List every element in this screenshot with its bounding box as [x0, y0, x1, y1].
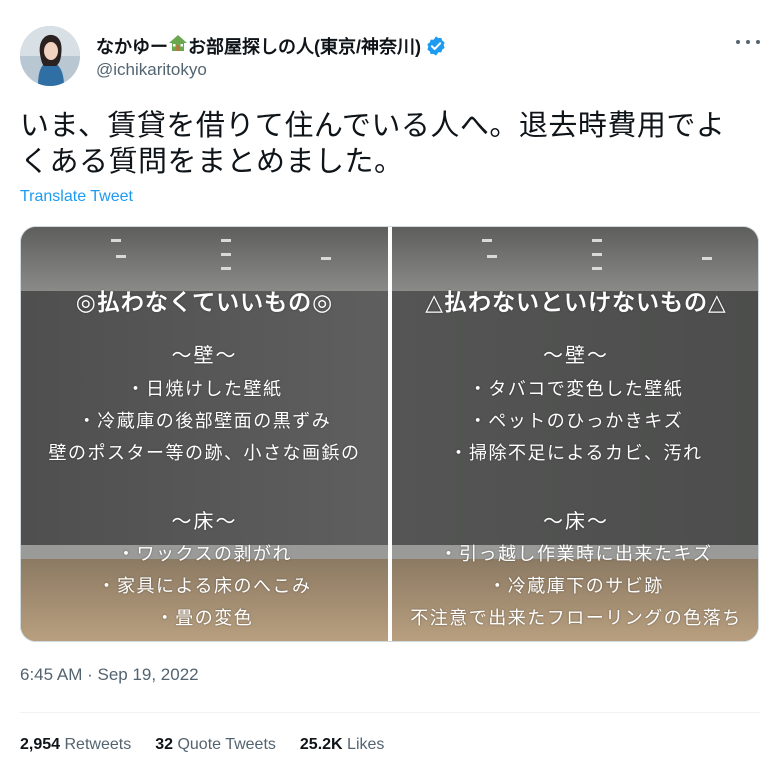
quotes-label: Quote Tweets — [177, 736, 276, 753]
display-name-part-1: なかゆー — [96, 37, 168, 57]
right-floor-section: 〜床〜 — [543, 509, 609, 533]
likes-count: 25.2K — [299, 736, 343, 753]
right-wall-item: ・タバコで変色した壁紙 — [468, 379, 684, 400]
retweets-label: Retweets — [64, 736, 132, 753]
right-wall-item: ・掃除不足によるカビ、汚れ — [449, 443, 703, 464]
tweet-text: いま、賃貸を借りて住んでいる人へ。退去時費用でよ くある質問をまとめました。 — [20, 108, 760, 180]
right-floor-item: ・引っ越し作業時に出来たキズ — [439, 544, 713, 565]
left-floor-item: ・ワックスの剥がれ — [117, 544, 292, 565]
likes-stat[interactable]: 25.2K Likes — [300, 736, 385, 754]
house-icon — [168, 33, 188, 53]
left-wall-item: ・冷蔵庫の後部壁面の黒ずみ — [77, 411, 332, 432]
left-wall-item: 壁のポスター等の跡、小さな画鋲の — [48, 443, 361, 464]
media-image-left[interactable]: ◎払わなくていいもの◎ 〜壁〜 ・日焼けした壁紙 ・冷蔵庫の後部壁面の黒ずみ 壁… — [21, 227, 388, 641]
media-image-right[interactable]: △払わないといけないもの△ 〜壁〜 ・タバコで変色した壁紙 ・ペットのひっかきキ… — [392, 227, 758, 641]
left-floor-item: ・畳の変色 — [155, 608, 254, 629]
likes-label: Likes — [347, 736, 385, 753]
right-floor-item: ・冷蔵庫下のサビ跡 — [488, 576, 664, 597]
tweet-timestamp[interactable]: 6:45 AM · Sep 19, 2022 — [20, 665, 199, 685]
translate-tweet-link[interactable]: Translate Tweet — [20, 188, 133, 206]
user-handle[interactable]: @ichikaritokyo — [96, 60, 207, 80]
engagement-stats: 2,954 Retweets 32 Quote Tweets 25.2K Lik… — [20, 736, 384, 754]
tweet-text-line: いま、賃貸を借りて住んでいる人へ。退去時費用でよ — [20, 110, 726, 142]
more-dot — [756, 40, 760, 44]
more-dot — [736, 40, 740, 44]
quotes-count: 32 — [155, 736, 173, 753]
tweet-media[interactable]: ◎払わなくていいもの◎ 〜壁〜 ・日焼けした壁紙 ・冷蔵庫の後部壁面の黒ずみ 壁… — [20, 226, 759, 642]
left-wall-item: ・日焼けした壁紙 — [126, 379, 283, 400]
display-name[interactable]: なかゆー お部屋探しの人(東京/神奈川) — [96, 33, 421, 59]
display-name-part-2: お部屋探しの人(東京/神奈川) — [188, 37, 421, 57]
more-dot — [746, 40, 750, 44]
left-floor-section: 〜床〜 — [171, 509, 238, 533]
right-wall-section: 〜壁〜 — [543, 343, 609, 367]
tweet-text-line: くある質問をまとめました。 — [20, 146, 404, 178]
left-heading: ◎払わなくていいもの◎ — [75, 290, 334, 316]
user-name-row[interactable]: なかゆー お部屋探しの人(東京/神奈川) — [96, 33, 447, 59]
divider — [20, 712, 760, 713]
retweets-stat[interactable]: 2,954 Retweets — [20, 736, 131, 754]
right-floor-item: 不注意で出来たフローリングの色落ち — [410, 608, 742, 629]
retweets-count: 2,954 — [20, 736, 61, 753]
verified-icon — [425, 35, 447, 57]
avatar[interactable] — [20, 26, 80, 86]
quote-tweets-stat[interactable]: 32 Quote Tweets — [155, 736, 276, 754]
more-icon[interactable] — [736, 32, 760, 52]
right-heading: △払わないといけないもの△ — [425, 290, 727, 316]
left-wall-section: 〜壁〜 — [171, 343, 238, 367]
left-floor-item: ・家具による床のへこみ — [97, 576, 312, 597]
right-wall-item: ・ペットのひっかきキズ — [468, 411, 684, 432]
